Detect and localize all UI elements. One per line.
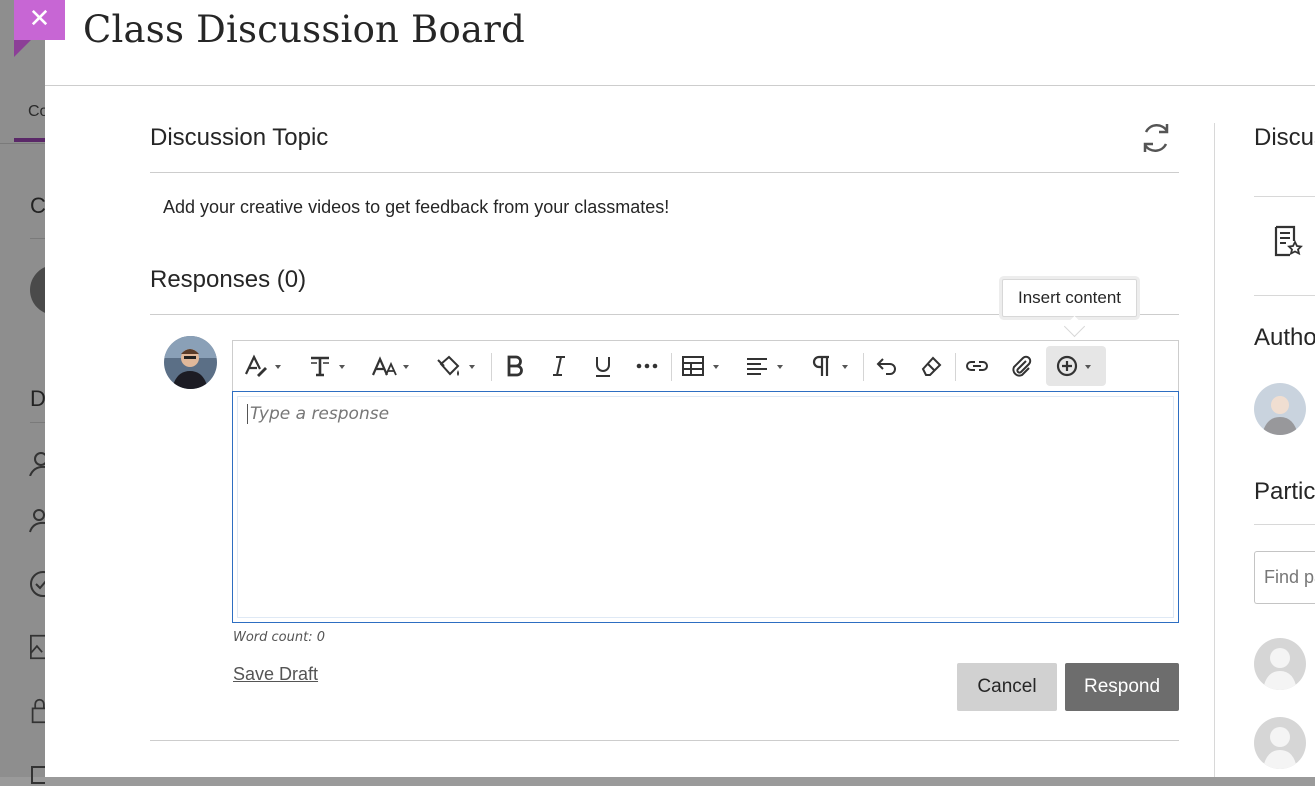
font-size-icon bbox=[371, 356, 409, 376]
eraser-icon bbox=[921, 356, 942, 376]
attach-button[interactable] bbox=[1003, 346, 1039, 386]
link-icon bbox=[966, 361, 988, 371]
panel-header: Class Discussion Board bbox=[45, 0, 1315, 86]
paragraph-button[interactable] bbox=[807, 346, 853, 386]
default-user-icon bbox=[1254, 638, 1306, 690]
close-tab-fold bbox=[14, 40, 31, 57]
response-editor[interactable] bbox=[232, 391, 1179, 623]
toolbar-separator bbox=[955, 353, 956, 381]
background-divider bbox=[30, 238, 45, 239]
column-divider bbox=[1214, 123, 1215, 777]
discussion-topic-heading: Discussion Topic bbox=[150, 124, 329, 151]
refresh-icon[interactable] bbox=[1138, 120, 1174, 156]
align-left-icon bbox=[747, 358, 783, 375]
paint-bucket-icon bbox=[437, 355, 475, 376]
editor-content-area bbox=[237, 396, 1174, 618]
background-heading-c: C bbox=[30, 193, 46, 218]
bottom-divider bbox=[150, 740, 1179, 741]
link-button[interactable] bbox=[959, 346, 995, 386]
default-user-icon bbox=[1254, 717, 1306, 769]
insert-content-button[interactable] bbox=[1046, 346, 1106, 386]
page-title: Class Discussion Board bbox=[83, 8, 525, 51]
toolbar-separator bbox=[863, 353, 864, 381]
text-style-button[interactable] bbox=[241, 346, 285, 386]
right-divider bbox=[1254, 295, 1315, 296]
font-button[interactable] bbox=[305, 346, 349, 386]
highlight-color-button[interactable] bbox=[433, 346, 479, 386]
underline-button[interactable] bbox=[585, 346, 621, 386]
topic-description: Add your creative videos to get feedback… bbox=[163, 197, 670, 217]
more-icon bbox=[636, 363, 658, 369]
close-icon: ✕ bbox=[28, 4, 51, 34]
paperclip-icon bbox=[1012, 355, 1032, 377]
editor-toolbar bbox=[232, 340, 1179, 391]
word-count: Word count: 0 bbox=[233, 630, 325, 645]
image-icon bbox=[30, 634, 45, 660]
toolbar-separator bbox=[491, 353, 492, 381]
right-divider bbox=[1254, 196, 1315, 197]
plus-circle-icon bbox=[1056, 355, 1091, 377]
topic-divider bbox=[150, 172, 1179, 173]
underline-icon bbox=[596, 357, 610, 377]
lock-icon bbox=[31, 698, 45, 724]
find-participants-input[interactable] bbox=[1254, 551, 1315, 604]
person-icon bbox=[29, 452, 45, 476]
table-icon bbox=[682, 356, 719, 376]
background-tab-underline bbox=[14, 138, 45, 142]
discussion-panel: Class Discussion Board Discussion Topic … bbox=[45, 0, 1315, 777]
people-icon bbox=[29, 509, 45, 533]
paragraph-icon bbox=[812, 355, 848, 376]
insert-content-tooltip: Insert content bbox=[1002, 279, 1138, 317]
respond-button[interactable]: Respond bbox=[1065, 663, 1179, 711]
toolbar-separator bbox=[671, 353, 672, 381]
check-circle-icon bbox=[30, 571, 45, 597]
text-style-icon bbox=[245, 354, 281, 377]
background-divider bbox=[30, 422, 45, 423]
close-button[interactable]: ✕ bbox=[14, 0, 65, 40]
discussion-settings-heading: Discussion bbox=[1254, 124, 1315, 151]
italic-icon bbox=[553, 356, 565, 376]
table-button[interactable] bbox=[677, 346, 725, 386]
tooltip-arrow bbox=[1063, 315, 1086, 338]
undo-button[interactable] bbox=[869, 346, 905, 386]
author-avatar bbox=[1254, 383, 1306, 435]
background-heading-d: D bbox=[30, 386, 46, 411]
author-heading: Author bbox=[1254, 324, 1315, 351]
clear-formatting-button[interactable] bbox=[913, 346, 949, 386]
participant-avatar bbox=[1254, 638, 1306, 690]
bold-button[interactable] bbox=[497, 346, 533, 386]
rubric-icon[interactable] bbox=[1273, 225, 1303, 257]
save-draft-link[interactable]: Save Draft bbox=[233, 664, 318, 685]
participants-heading: Participants bbox=[1254, 478, 1315, 505]
background-page: Co C D bbox=[0, 0, 60, 784]
italic-button[interactable] bbox=[541, 346, 577, 386]
undo-icon bbox=[876, 358, 896, 375]
more-button[interactable] bbox=[629, 346, 665, 386]
bold-icon bbox=[507, 355, 523, 377]
cancel-button[interactable]: Cancel bbox=[957, 663, 1057, 711]
document-icon bbox=[31, 766, 45, 784]
font-size-button[interactable] bbox=[369, 346, 413, 386]
right-divider bbox=[1254, 524, 1315, 525]
font-icon bbox=[311, 356, 345, 377]
participant-avatar bbox=[1254, 717, 1306, 769]
align-button[interactable] bbox=[741, 346, 789, 386]
avatar bbox=[164, 336, 217, 389]
response-input[interactable] bbox=[247, 404, 1150, 424]
responses-heading: Responses (0) bbox=[150, 266, 307, 293]
